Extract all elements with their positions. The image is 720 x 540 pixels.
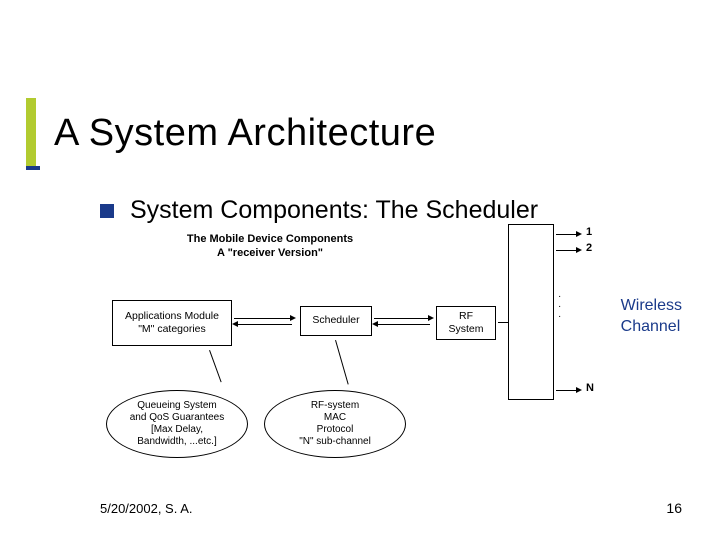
ant-arrow-n	[576, 387, 582, 393]
channel-dots: ···	[558, 292, 561, 322]
title-wrap: A System Architecture	[26, 98, 436, 168]
callout-queueing: Queueing System and QoS Guarantees [Max …	[106, 390, 248, 458]
rf-system-box: RF System	[436, 306, 496, 340]
wireless-channel-label: Wireless Channel	[621, 296, 682, 338]
title-underline	[26, 166, 40, 170]
callout1-l1: Queueing System	[137, 400, 217, 411]
apps-box-l1: Applications Module	[117, 310, 227, 323]
diagram-header: The Mobile Device Components A "receiver…	[170, 232, 370, 261]
arrowhead-right-b	[428, 315, 434, 321]
diagram-header-l1: The Mobile Device Components	[187, 233, 353, 245]
rf-box-l1: RF	[441, 310, 491, 323]
scheduler-box: Scheduler	[300, 306, 372, 336]
subtitle-row: System Components: The Scheduler	[100, 196, 538, 225]
channel-num-2: 2	[586, 242, 592, 254]
ant-line-1	[556, 234, 578, 235]
wireless-l2: Channel	[621, 318, 681, 335]
ant-line-2	[556, 250, 578, 251]
diagram: The Mobile Device Components A "receiver…	[100, 232, 660, 472]
connector-b2	[374, 324, 430, 325]
channel-num-1: 1	[586, 226, 592, 238]
slide-title: A System Architecture	[54, 112, 436, 155]
connector-a	[234, 318, 292, 319]
callout1-l4: Bandwidth, ...etc.]	[137, 436, 217, 447]
callout-rf-mac: RF-system MAC Protocol "N" sub-channel	[264, 390, 406, 458]
channel-num-n: N	[586, 382, 594, 394]
antenna-block	[508, 224, 554, 400]
apps-box-l2: "M" categories	[117, 323, 227, 336]
callout1-l3: [Max Delay,	[151, 424, 203, 435]
callout1-leader	[209, 350, 222, 382]
ant-arrow-1	[576, 231, 582, 237]
callout2-l1: RF-system	[311, 400, 359, 411]
callout2-leader	[335, 340, 349, 384]
ant-arrow-2	[576, 247, 582, 253]
callout2-l3: Protocol	[317, 424, 354, 435]
scheduler-label: Scheduler	[305, 314, 367, 327]
footer-date: 5/20/2002, S. A.	[100, 501, 193, 516]
bullet-square-icon	[100, 204, 114, 218]
slide: A System Architecture System Components:…	[0, 0, 720, 540]
connector-c	[498, 322, 508, 323]
callout2-l2: MAC	[324, 412, 346, 423]
connector-b	[374, 318, 430, 319]
arrowhead-right-a	[290, 315, 296, 321]
slide-subtitle: System Components: The Scheduler	[130, 196, 538, 225]
ant-line-n	[556, 390, 578, 391]
page-number: 16	[666, 500, 682, 516]
title-accent-bar	[26, 98, 36, 168]
diagram-header-l2: A "receiver Version"	[217, 247, 323, 259]
applications-module-box: Applications Module "M" categories	[112, 300, 232, 346]
connector-a2	[234, 324, 292, 325]
wireless-l1: Wireless	[621, 297, 682, 314]
callout1-l2: and QoS Guarantees	[130, 412, 225, 423]
rf-box-l2: System	[441, 323, 491, 336]
callout2-l4: "N" sub-channel	[299, 436, 371, 447]
